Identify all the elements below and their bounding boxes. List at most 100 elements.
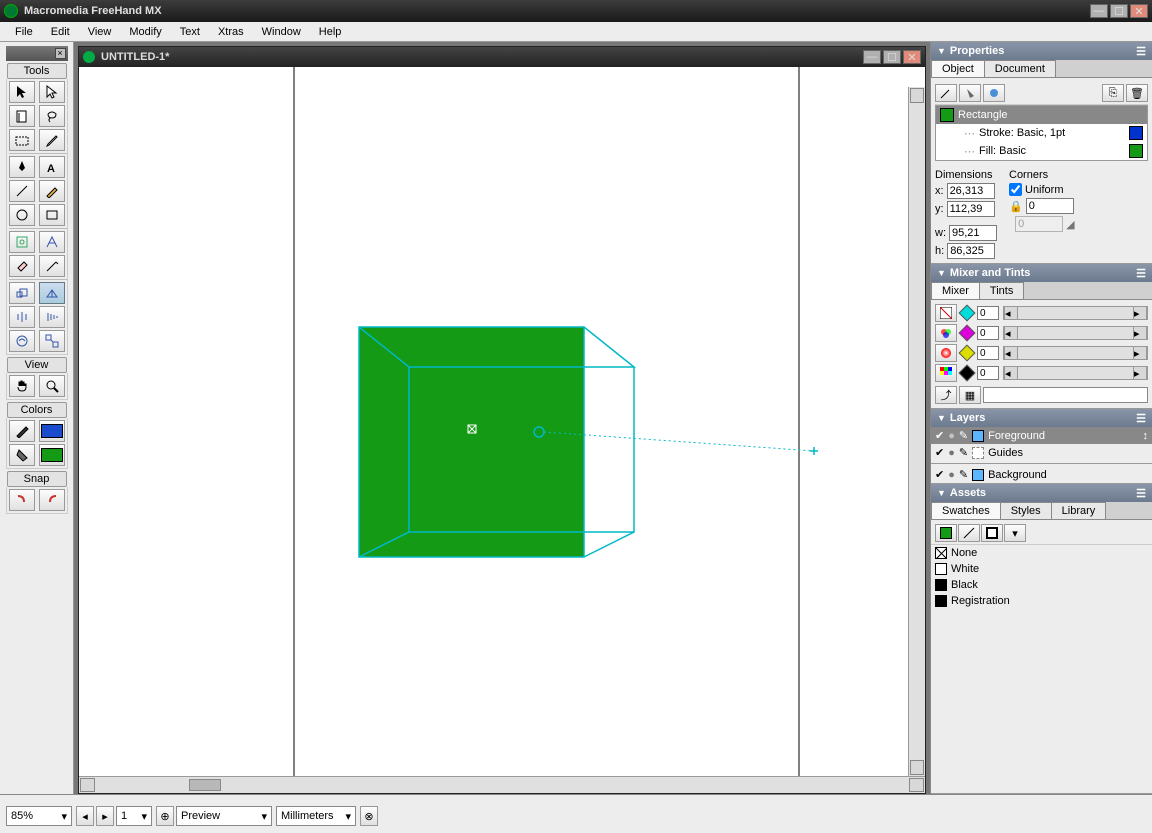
collapse-icon[interactable]: ▼ [937, 413, 946, 423]
arrow-icon[interactable]: ↕ [1143, 430, 1149, 442]
menu-window[interactable]: Window [253, 24, 310, 40]
object-row-fill[interactable]: ⋯ Fill: Basic [936, 142, 1147, 160]
color-well[interactable] [983, 387, 1148, 403]
fill-swatch-button[interactable] [935, 524, 957, 542]
page-tool[interactable] [9, 105, 35, 127]
zoom-field[interactable]: 85%▾ [6, 806, 72, 826]
tint-well-button[interactable]: ▦ [959, 386, 981, 404]
menu-edit[interactable]: Edit [42, 24, 79, 40]
print-icon[interactable]: ✎ [959, 446, 968, 459]
subselect-tool[interactable] [39, 81, 65, 103]
canvas[interactable] [79, 67, 925, 776]
color-model-hls[interactable] [935, 344, 957, 362]
perspective-tool[interactable] [39, 231, 65, 253]
uniform-checkbox[interactable] [1009, 183, 1022, 196]
menu-modify[interactable]: Modify [120, 24, 170, 40]
layers-header[interactable]: ▼Layers☰ [931, 409, 1152, 427]
print-icon[interactable]: ✎ [959, 468, 968, 481]
object-row-stroke[interactable]: ⋯ Stroke: Basic, 1pt [936, 124, 1147, 142]
w-input[interactable] [949, 225, 997, 241]
scale-tool[interactable] [9, 282, 35, 304]
tools-palette-titlebar[interactable]: × [6, 46, 68, 61]
connector-tool[interactable] [39, 330, 65, 352]
color-model-cmyk[interactable] [935, 304, 957, 322]
h-input[interactable] [947, 243, 995, 259]
doc-close-button[interactable]: ✕ [903, 50, 921, 64]
menu-view[interactable]: View [79, 24, 121, 40]
duplicate-attr-button[interactable]: ⎘ [1102, 84, 1124, 102]
lasso-tool[interactable] [39, 105, 65, 127]
scroll-right-icon[interactable] [909, 778, 924, 792]
hand-tool[interactable] [9, 375, 35, 397]
delete-attr-button[interactable]: 🗑 [1126, 84, 1148, 102]
x-input[interactable] [947, 183, 995, 199]
panel-menu-icon[interactable]: ☰ [1136, 487, 1146, 500]
add-stroke-button[interactable] [935, 84, 957, 102]
black-input[interactable] [977, 366, 999, 380]
text-tool[interactable]: A [39, 156, 65, 178]
tab-mixer[interactable]: Mixer [931, 282, 980, 299]
snap-point-tool[interactable] [39, 489, 65, 511]
stroke-swatch-button[interactable] [958, 524, 980, 542]
dropdown-icon[interactable]: ▾ [141, 810, 147, 823]
output-area-tool[interactable] [9, 129, 35, 151]
menu-file[interactable]: File [6, 24, 42, 40]
snap-object-tool[interactable] [9, 489, 35, 511]
add-fill-button[interactable] [959, 84, 981, 102]
prev-page-button[interactable]: ◂ [76, 806, 94, 826]
page-field[interactable]: 1▾ [116, 806, 152, 826]
swatch-black[interactable]: Black [931, 577, 1152, 593]
cyan-input[interactable] [977, 306, 999, 320]
units-field[interactable]: Millimeters▾ [276, 806, 356, 826]
color-model-rgb[interactable] [935, 324, 957, 342]
menu-help[interactable]: Help [310, 24, 351, 40]
reflect-tool[interactable] [9, 306, 35, 328]
panel-menu-icon[interactable]: ☰ [1136, 412, 1146, 425]
corner-type-icon[interactable]: ◢ [1066, 218, 1074, 231]
visible-icon[interactable]: ✔ [935, 446, 944, 459]
scroll-left-icon[interactable] [80, 778, 95, 792]
dropdown-icon[interactable]: ▾ [345, 810, 351, 823]
corner1-input[interactable] [1026, 198, 1074, 214]
add-page-button[interactable]: ⊕ [156, 806, 174, 826]
dropdown-icon[interactable]: ▾ [261, 810, 267, 823]
lock-icon[interactable]: ● [948, 447, 955, 459]
yellow-input[interactable] [977, 346, 999, 360]
eraser-tool[interactable] [9, 255, 35, 277]
ellipse-tool[interactable] [9, 204, 35, 226]
swatch-white[interactable]: White [931, 561, 1152, 577]
lock-icon[interactable]: ● [948, 430, 955, 442]
line-tool[interactable] [9, 180, 35, 202]
swatch-none[interactable]: None [931, 545, 1152, 561]
tab-document[interactable]: Document [984, 60, 1056, 77]
collapse-icon[interactable]: ▼ [937, 46, 946, 56]
collapse-icon[interactable]: ▼ [937, 268, 946, 278]
pen-tool[interactable] [9, 156, 35, 178]
close-button[interactable]: ✕ [1130, 4, 1148, 18]
layer-guides[interactable]: ✔ ● ✎ Guides [931, 444, 1152, 461]
cyan-slider[interactable]: ◂▸ [1003, 306, 1148, 320]
properties-header[interactable]: ▼Properties☰ [931, 42, 1152, 60]
stroke-swatch[interactable] [39, 420, 65, 442]
tab-swatches[interactable]: Swatches [931, 502, 1001, 519]
fill-swatch[interactable] [39, 444, 65, 466]
doc-maximize-button[interactable]: ☐ [883, 50, 901, 64]
add-effect-button[interactable] [983, 84, 1005, 102]
knife-tool[interactable] [39, 255, 65, 277]
menu-xtras[interactable]: Xtras [209, 24, 253, 40]
info-button[interactable]: ⊗ [360, 806, 378, 826]
object-row-rectangle[interactable]: Rectangle [936, 106, 1147, 124]
rectangle-tool[interactable] [39, 204, 65, 226]
panel-menu-icon[interactable]: ☰ [1136, 45, 1146, 58]
fill-color-tool[interactable] [9, 444, 35, 466]
mode-field[interactable]: Preview▾ [176, 806, 272, 826]
menu-text[interactable]: Text [171, 24, 209, 40]
doc-minimize-button[interactable]: — [863, 50, 881, 64]
tab-object[interactable]: Object [931, 60, 985, 77]
scroll-thumb[interactable] [189, 779, 221, 791]
stroke-color-tool[interactable] [9, 420, 35, 442]
tab-tints[interactable]: Tints [979, 282, 1024, 299]
swatch-menu-button[interactable]: ▾ [1004, 524, 1026, 542]
blend-tool[interactable] [39, 306, 65, 328]
zoom-tool[interactable] [39, 375, 65, 397]
